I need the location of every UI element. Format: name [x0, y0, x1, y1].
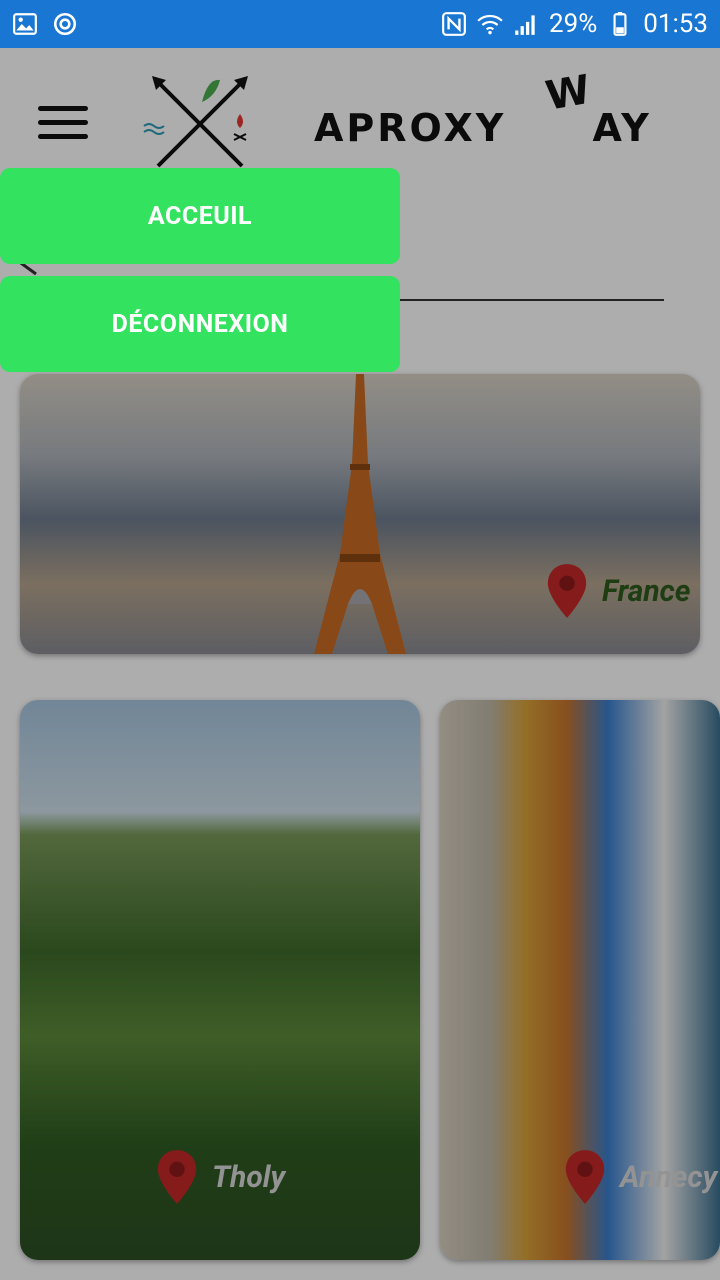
sync-icon	[53, 12, 77, 36]
wifi-icon	[477, 14, 503, 35]
clock: 01:53	[643, 9, 708, 39]
battery-percent: 29%	[548, 9, 598, 39]
battery-icon	[613, 12, 627, 36]
signal-icon	[515, 15, 535, 35]
accueil-button[interactable]: ACCEUIL	[0, 168, 400, 264]
status-bar: 29% 01:53	[0, 0, 720, 48]
logout-button[interactable]: DÉCONNEXION	[0, 276, 400, 372]
image-icon	[13, 13, 37, 35]
nfc-icon	[442, 12, 466, 36]
